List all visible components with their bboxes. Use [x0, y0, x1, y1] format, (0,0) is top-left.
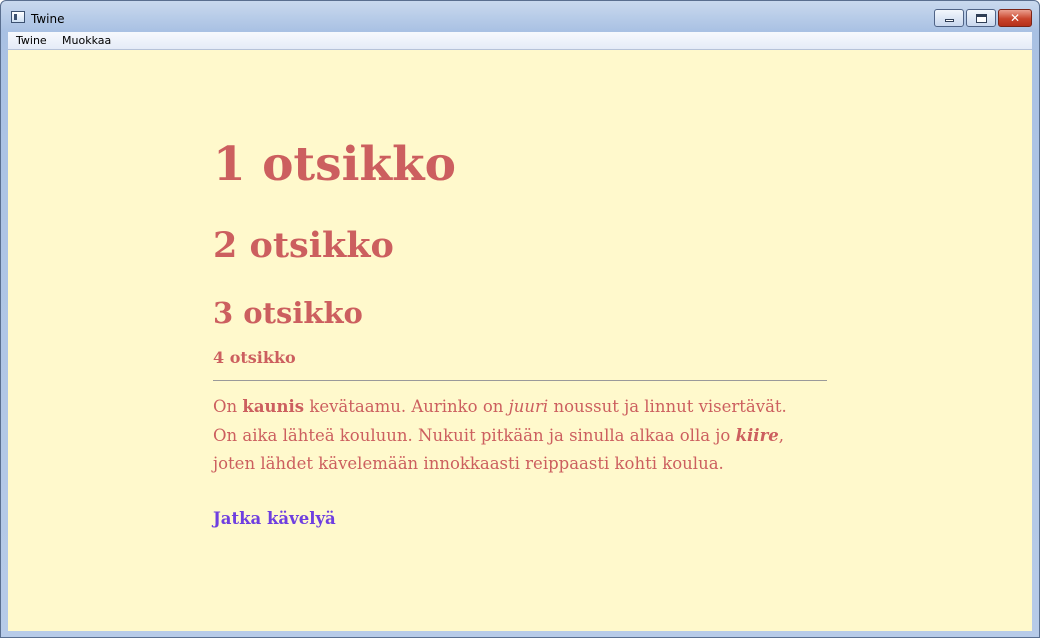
text: , — [778, 425, 785, 445]
title-bar[interactable]: Twine ✕ — [1, 1, 1039, 31]
text: noussut ja linnut visertävät. — [548, 397, 787, 416]
heading-2: 2 otsikko — [213, 225, 394, 266]
text: kevätaamu. Aurinko on — [304, 397, 509, 416]
window-title: Twine — [31, 12, 65, 26]
text: On aika lähteä kouluun. Nukuit pitkään j… — [213, 425, 736, 445]
menu-twine[interactable]: Twine — [14, 33, 49, 48]
twine-app-icon[interactable] — [11, 11, 25, 23]
passage-paragraph: On kaunis kevätaamu. Aurinko on juuri no… — [213, 393, 853, 479]
text: On — [213, 397, 243, 416]
italic-text: juuri — [508, 397, 549, 416]
minimize-button[interactable] — [934, 9, 964, 27]
paragraph-line-3: joten lähdet kävelemään innokkaasti reip… — [213, 450, 853, 479]
app-window: Twine ✕ Twine Muokkaa 1 otsikko 2 otsikk… — [0, 0, 1040, 638]
bold-italic-text: kiire — [735, 425, 779, 445]
text: joten lähdet kävelemään innokkaasti reip… — [213, 454, 724, 473]
heading-3: 3 otsikko — [213, 296, 363, 330]
story-view: 1 otsikko 2 otsikko 3 otsikko 4 otsikko … — [8, 50, 1032, 631]
heading-1: 1 otsikko — [213, 137, 456, 192]
maximize-button[interactable] — [966, 9, 996, 27]
continue-link[interactable]: Jatka kävelyä — [213, 505, 336, 533]
horizontal-rule — [213, 380, 827, 381]
bold-text: kaunis — [242, 397, 305, 416]
menu-muokkaa[interactable]: Muokkaa — [60, 33, 113, 48]
paragraph-line-1: On kaunis kevätaamu. Aurinko on juuri no… — [213, 393, 853, 422]
heading-4: 4 otsikko — [213, 348, 296, 367]
minimize-icon — [945, 19, 954, 22]
close-button[interactable]: ✕ — [998, 9, 1032, 27]
paragraph-line-2: On aika lähteä kouluun. Nukuit pitkään j… — [213, 422, 853, 451]
maximize-icon — [976, 14, 987, 23]
menu-bar: Twine Muokkaa — [8, 32, 1032, 50]
close-icon: ✕ — [1009, 11, 1021, 25]
